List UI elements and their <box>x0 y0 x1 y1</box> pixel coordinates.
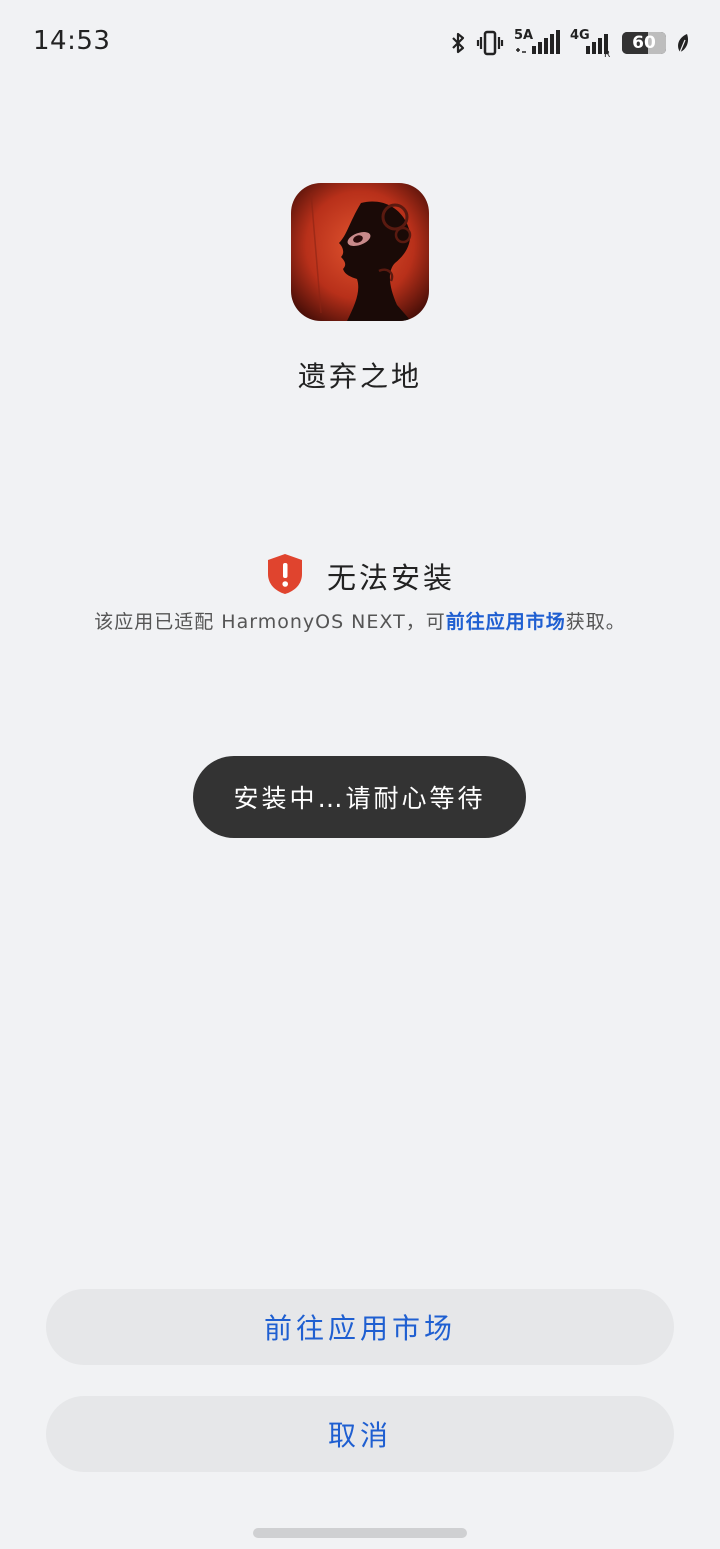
home-indicator[interactable] <box>253 1528 467 1538</box>
shield-alert-icon <box>265 552 305 600</box>
app-name: 遗弃之地 <box>297 360 422 393</box>
signal-4g-icon: 4G R <box>570 28 611 58</box>
vibrate-icon <box>476 30 504 56</box>
go-to-app-market-button[interactable]: 前往应用市场 <box>46 1289 674 1365</box>
status-time: 14:53 <box>33 26 111 56</box>
warning-row: 无法安装 <box>0 552 720 600</box>
warning-desc-prefix: 该应用已适配 HarmonyOS NEXT，可 <box>94 611 446 633</box>
battery-icon: 60 <box>622 32 666 54</box>
installing-toast: 安装中…请耐心等待 <box>193 756 526 838</box>
bluetooth-icon <box>450 31 466 55</box>
warning-title: 无法安装 <box>326 561 455 595</box>
warning-description: 该应用已适配 HarmonyOS NEXT，可前往应用市场获取。 <box>0 607 720 634</box>
signal-5a-icon: 5A <box>514 28 560 58</box>
svg-text:R: R <box>604 50 610 58</box>
warning-desc-suffix: 获取。 <box>565 611 626 633</box>
app-icon <box>291 183 429 321</box>
cancel-button[interactable]: 取消 <box>46 1396 674 1472</box>
app-market-link[interactable]: 前往应用市场 <box>446 611 566 633</box>
leaf-icon <box>676 32 690 54</box>
status-icons: 5A 4G R 60 <box>450 26 690 60</box>
status-bar: 14:53 5A 4G R 60 <box>0 0 720 86</box>
